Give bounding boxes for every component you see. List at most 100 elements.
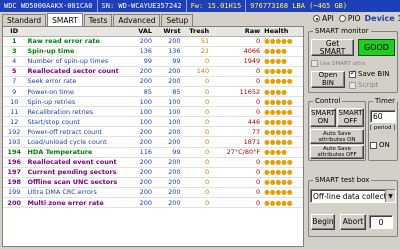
attribute-name: Ultra DMA CRC errors [25,187,126,199]
status-good-badge: GOOD [358,39,395,56]
save-bin-checkbox[interactable] [349,69,356,78]
get-smart-button[interactable]: Get SMART [311,39,354,56]
attribute-worst: 200 [154,66,183,77]
attribute-value: 116 [125,147,154,158]
attribute-raw: 0 [211,197,263,209]
attribute-threshold: 140 [182,66,212,77]
timer-on-checkbox[interactable] [370,141,377,149]
autosave-off-button[interactable]: Auto Save attributes OFF [310,145,364,159]
column-header-tresh[interactable]: Tresh [182,27,212,37]
attribute-name: Spin-up time [25,46,126,57]
attribute-worst: 100 [154,116,183,128]
smart-off-button[interactable]: SMART OFF [337,108,364,127]
save-bin-option[interactable]: Save BIN [349,69,390,78]
attribute-name: Power-on time [25,86,126,98]
abort-button[interactable]: Abort [340,214,366,230]
table-row[interactable]: 11 Recalibration retries 100 100 0 0 ●●●●● [3,106,303,118]
test-progress-indicator: 0 [369,215,393,229]
model-label: WDC WD5000AAKX-001CA0 [0,0,98,12]
table-row[interactable]: 194 HDA Temperature 116 99 0 27°C/80°F ●●●● [3,147,303,158]
table-row[interactable]: 4 Number of spin-up times 99 99 0 1949 ●●●● [3,56,303,67]
attribute-value: 200 [125,177,154,188]
table-row[interactable]: 198 Offline scan UNC sectors 200 200 0 0 ●●●●● [3,177,303,188]
health-indicator: ●●●●● [262,106,303,118]
health-indicator: ●●●●● [262,76,303,87]
column-header-val[interactable]: VAL [125,27,154,37]
smart-on-button[interactable]: SMART ON [310,108,336,127]
attribute-id: 12 [3,116,26,128]
column-header-id[interactable]: ID [3,27,26,37]
attribute-id: 3 [3,46,26,57]
health-indicator: ●●●●● [262,136,303,148]
table-row[interactable]: 200 Multi zone error rate 200 200 0 0 ●●●●● [3,197,303,209]
attribute-worst: 200 [154,187,183,199]
attribute-threshold: 0 [182,56,212,67]
attribute-id: 11 [3,106,26,118]
attribute-name: Recalibration retries [25,106,126,118]
attribute-threshold: 0 [182,106,212,118]
attribute-value: 200 [125,36,154,47]
device-label[interactable]: Device 1 [365,14,400,23]
tab-setup[interactable]: Setup [161,14,194,26]
attribute-value: 200 [125,187,154,199]
attribute-id: 197 [3,167,26,178]
table-row[interactable]: 9 Power-on time 85 85 0 11652 ●●●● [3,86,303,98]
attribute-value: 200 [125,66,154,77]
attribute-value: 200 [125,136,154,148]
pio-radio[interactable] [338,15,346,22]
column-header-name[interactable] [25,27,126,37]
table-header-row: ID VAL Wrst Tresh Raw Health [3,27,303,37]
smart-attributes-table[interactable]: ID VAL Wrst Tresh Raw Health 1 Raw read e… [2,26,304,247]
table-row[interactable]: 7 Seek error rate 200 200 0 0 ●●●●● [3,76,303,87]
script-option: Script [349,81,378,89]
table-row[interactable]: 3 Spin-up time 136 136 21 4066 ●●●● [3,46,303,57]
table-row[interactable]: 193 Load/unload cycle count 200 200 0 1871 ●●●… [3,136,303,148]
attribute-worst: 100 [154,96,183,108]
attribute-name: Raw read error rate [25,36,126,47]
table-row[interactable]: 1 Raw read error rate 200 200 51 0 ●●●●● [3,36,303,47]
attribute-id: 5 [3,66,26,77]
tab-smart[interactable]: SMART [47,13,83,26]
open-bin-button[interactable]: Open BIN [311,71,345,88]
tabs: Standard SMART Tests Advanced Setup [2,13,194,26]
attribute-id: 196 [3,157,26,168]
table-row[interactable]: 10 Spin-up retries 100 100 0 0 ●●●●● [3,96,303,108]
attribute-raw: 4066 [211,46,263,57]
attribute-raw: 0 [211,167,263,178]
attribute-raw: 0 [211,66,263,77]
attribute-threshold: 0 [182,197,212,209]
timer-on-option[interactable]: ON [370,141,390,149]
attribute-raw: 0 [211,76,263,87]
attribute-threshold: 0 [182,187,212,199]
test-type-select[interactable]: Off-line data collect ▼ [310,189,396,203]
autosave-on-button[interactable]: Auto Save attributes ON [310,129,364,144]
tab-standard[interactable]: Standard [2,14,47,26]
api-radio[interactable] [313,15,320,22]
attribute-id: 1 [3,36,26,47]
table-row[interactable]: 5 Reallocated sector count 200 200 140 0 ●●●●● [3,66,303,77]
timer-period-input[interactable]: 60 [370,110,396,123]
attribute-id: 7 [3,76,26,87]
serial-label: SN: WD-WCAYUE357242 [98,0,187,12]
column-header-health[interactable]: Health [262,27,303,37]
api-label: API [322,14,334,23]
attribute-name: Load/unload cycle count [25,136,126,148]
attribute-name: Multi zone error rate [25,197,126,209]
tab-advanced[interactable]: Advanced [113,14,161,26]
tab-tests[interactable]: Tests [83,14,113,26]
attribute-value: 200 [125,126,154,138]
table-row[interactable]: 197 Current pending sectors 200 200 0 0 ●●●●● [3,167,303,178]
attribute-name: Reallocated sector count [25,66,126,77]
table-row[interactable]: 12 Start/stop count 100 100 0 446 ●●●●● [3,116,303,128]
attribute-worst: 100 [154,106,183,118]
column-header-wrst[interactable]: Wrst [154,27,183,37]
table-row[interactable]: 196 Reallocated event count 200 200 0 0 ●●●●● [3,157,303,168]
column-header-raw[interactable]: Raw [211,27,263,37]
chevron-down-icon[interactable]: ▼ [385,190,395,202]
begin-button[interactable]: Begin [311,214,335,230]
pio-label: PIO [347,14,361,23]
table-row[interactable]: 199 Ultra DMA CRC errors 200 200 0 0 ●●●●● [3,187,303,199]
attribute-worst: 200 [154,197,183,209]
device-info-bar: WDC WD5000AAKX-001CA0 SN: WD-WCAYUE35724… [0,0,400,12]
table-row[interactable]: 192 Power-off retract count 200 200 0 77 ●●●●● [3,126,303,138]
